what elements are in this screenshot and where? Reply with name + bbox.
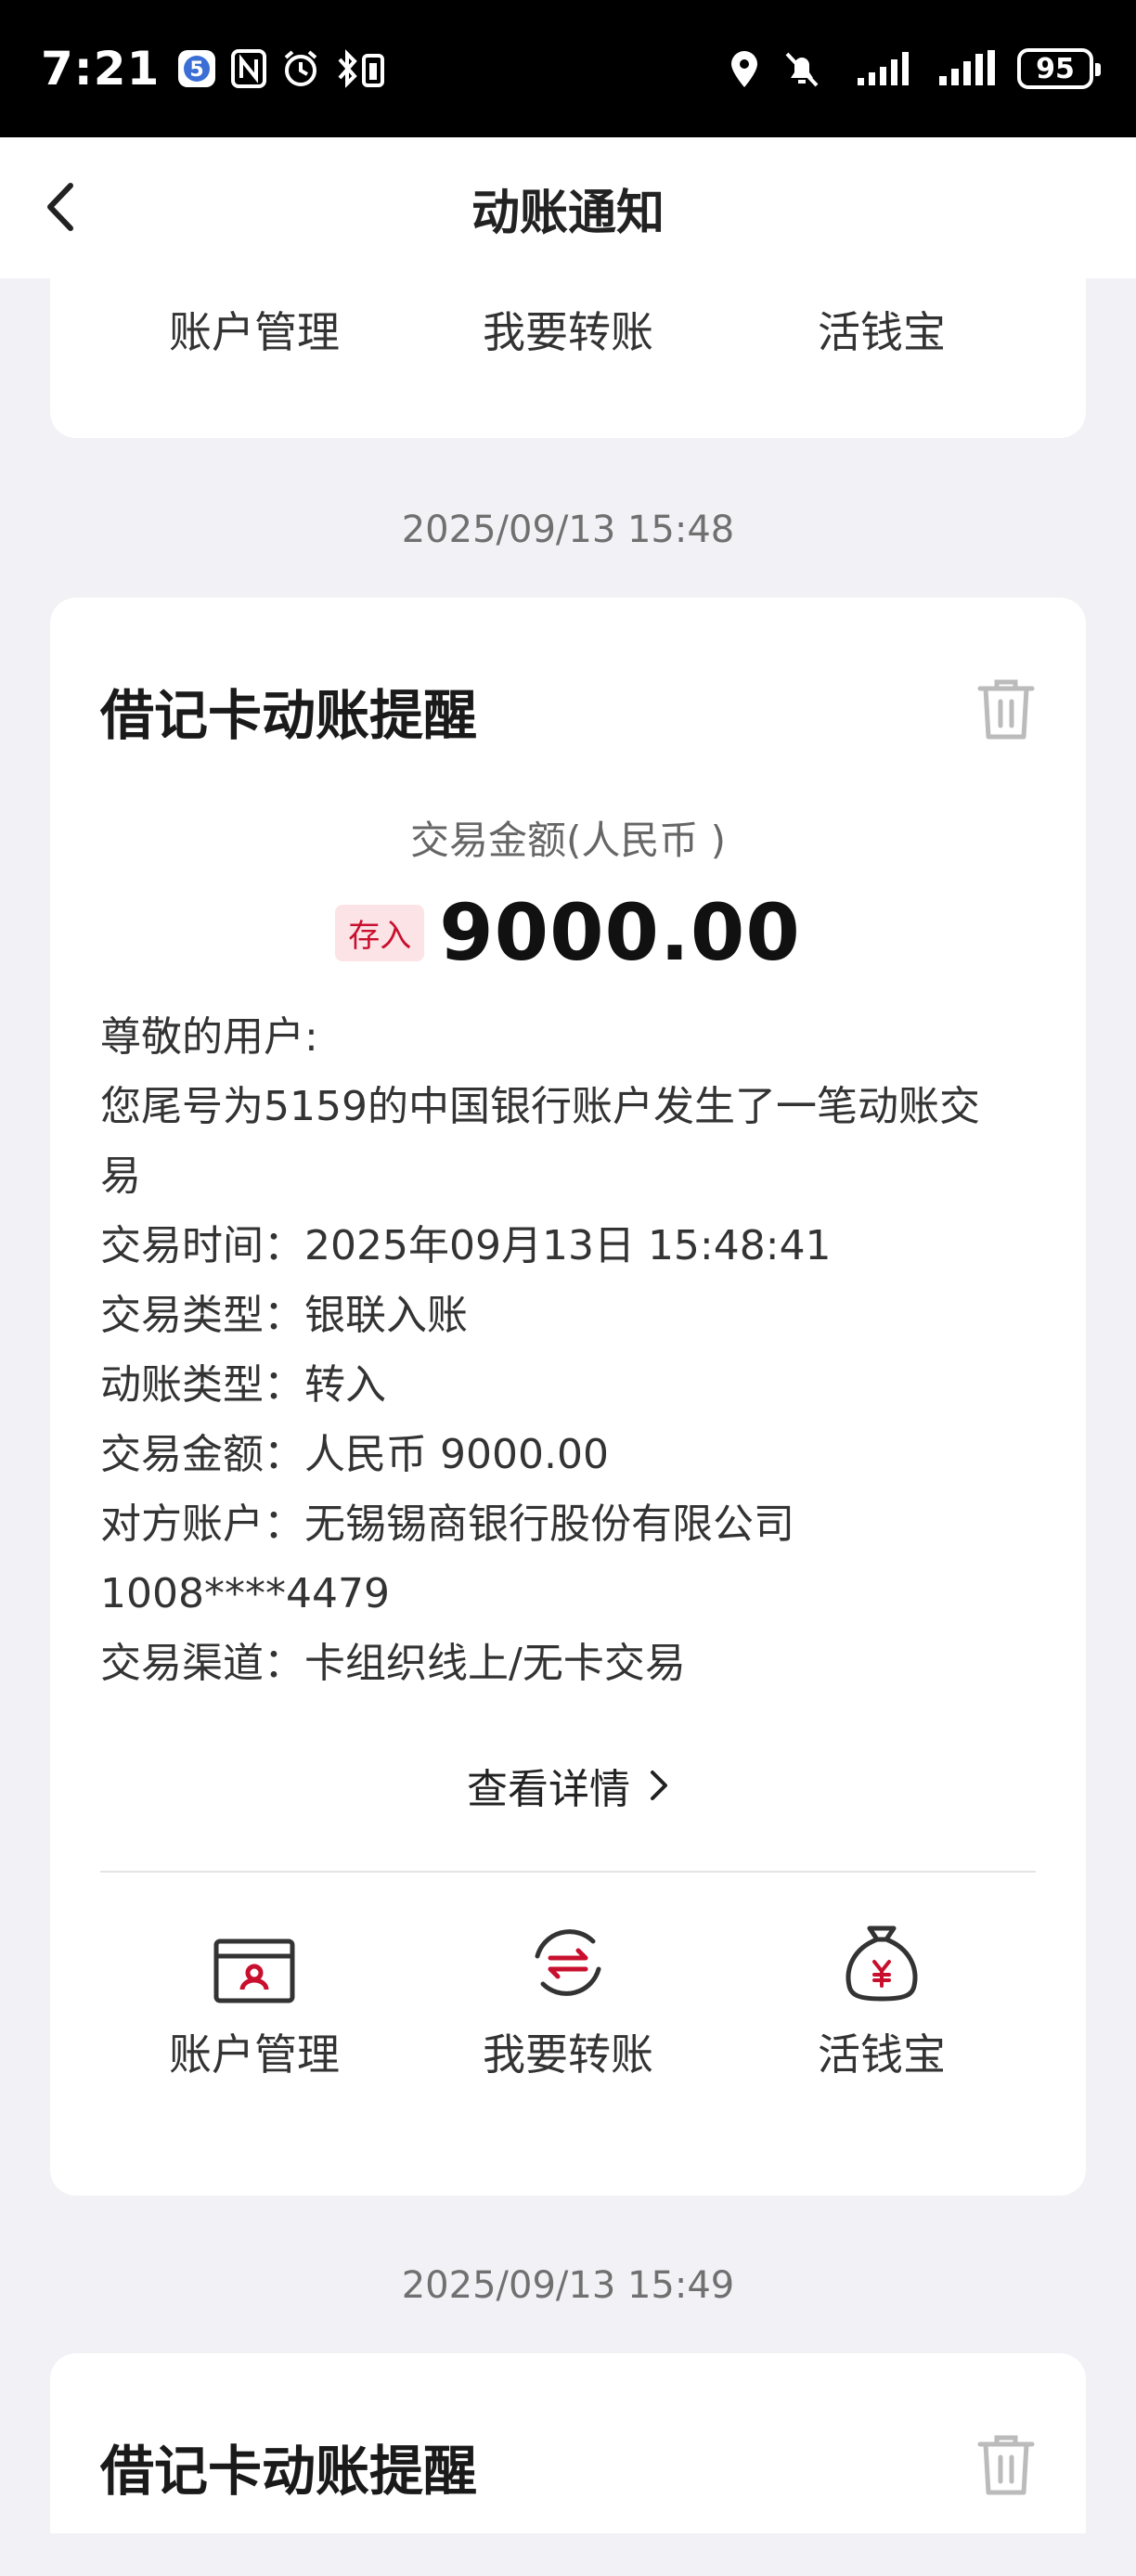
signal-1-icon xyxy=(858,52,909,85)
amount-row: 存入 9000.00 xyxy=(50,887,1086,978)
message-card: 借记卡动账提醒 xyxy=(50,2353,1086,2533)
deposit-badge: 存入 xyxy=(335,904,425,961)
alarm-icon xyxy=(285,50,317,86)
account-management-button[interactable]: 账户管理 xyxy=(97,278,411,360)
transfer-button[interactable]: 我要转账 xyxy=(411,278,725,360)
card-title: 借记卡动账提醒 xyxy=(100,684,478,747)
money-bag-icon xyxy=(840,278,923,282)
transfer-icon xyxy=(535,1929,601,1996)
action-label: 活钱宝 xyxy=(818,2029,946,2080)
amount-label: 交易金额(人民币 ) xyxy=(409,818,727,863)
message-timestamp: 2025/09/13 15:48 xyxy=(401,509,735,551)
transfer-icon xyxy=(526,278,610,282)
location-icon xyxy=(731,51,757,87)
status-bar: 7:21 5 95 xyxy=(0,0,1136,137)
page-title: 动账通知 xyxy=(471,185,665,241)
message-list[interactable]: 账户管理 我要转账 活钱宝 2025/09/13 15:48 借记卡动账提醒 交… xyxy=(0,278,1136,2533)
card-title: 借记卡动账提醒 xyxy=(100,2440,478,2503)
account-management-icon xyxy=(213,1938,295,2003)
card-divider xyxy=(100,1871,1036,1873)
trash-icon[interactable] xyxy=(976,2433,1036,2498)
action-label: 我要转账 xyxy=(483,307,653,357)
transaction-type: 交易类型：银联入账 xyxy=(100,1292,468,1339)
quick-actions: 账户管理 我要转账 活钱宝 xyxy=(97,1926,1039,2082)
previous-message-card: 账户管理 我要转账 活钱宝 xyxy=(50,278,1086,438)
account-management-button[interactable]: 账户管理 xyxy=(97,1938,411,2082)
message-body: 尊敬的用户: 您尾号为5159的中国银行账户发生了一笔动账交 易 交易时间：20… xyxy=(50,1002,1086,1698)
money-treasure-button[interactable]: 活钱宝 xyxy=(725,1926,1039,2082)
action-label: 我要转账 xyxy=(483,2029,653,2080)
body-line: 易 xyxy=(100,1153,141,1200)
battery-level: 95 xyxy=(1036,52,1075,85)
transaction-amount-line: 交易金额：人民币 9000.00 xyxy=(100,1431,609,1478)
battery-icon: 95 xyxy=(1017,48,1101,89)
action-label: 账户管理 xyxy=(169,307,340,357)
nav-bar: 动账通知 xyxy=(0,137,1136,278)
trash-icon[interactable] xyxy=(976,677,1036,742)
view-details-link[interactable]: 查看详情 xyxy=(50,1756,1086,1815)
chevron-right-icon xyxy=(651,1771,667,1800)
svg-text:5: 5 xyxy=(190,58,204,82)
counterparty-account-number: 1008****4479 xyxy=(100,1570,390,1617)
app-notification-icon: 5 xyxy=(178,50,216,87)
bluetooth-battery-icon xyxy=(338,49,385,88)
movement-type: 动账类型：转入 xyxy=(100,1361,386,1409)
message-timestamp: 2025/09/13 15:49 xyxy=(401,2264,735,2307)
transaction-amount: 9000.00 xyxy=(439,887,801,978)
transaction-time: 交易时间：2025年09月13日 15:48:41 xyxy=(100,1222,832,1269)
counterparty-account: 对方账户：无锡锡商银行股份有限公司 xyxy=(100,1501,794,1548)
transaction-channel: 交易渠道：卡组织线上/无卡交易 xyxy=(100,1640,686,1687)
nfc-icon xyxy=(231,49,267,88)
action-label: 活钱宝 xyxy=(818,307,946,357)
back-icon[interactable] xyxy=(33,176,89,238)
transfer-button[interactable]: 我要转账 xyxy=(411,1929,725,2082)
status-time: 7:21 xyxy=(41,42,161,96)
view-details-label: 查看详情 xyxy=(467,1766,630,1813)
body-line: 您尾号为5159的中国银行账户发生了一笔动账交 xyxy=(100,1083,980,1130)
mute-icon xyxy=(785,52,819,87)
message-card: 借记卡动账提醒 交易金额(人民币 ) 存入 9000.00 尊敬的用户: 您尾号… xyxy=(50,598,1086,2196)
money-bag-icon xyxy=(846,1926,918,2002)
action-label: 账户管理 xyxy=(169,2029,340,2080)
signal-2-icon xyxy=(939,50,995,85)
account-management-icon xyxy=(213,278,296,282)
money-treasure-button[interactable]: 活钱宝 xyxy=(725,278,1039,360)
body-line: 尊敬的用户: xyxy=(100,1013,318,1061)
